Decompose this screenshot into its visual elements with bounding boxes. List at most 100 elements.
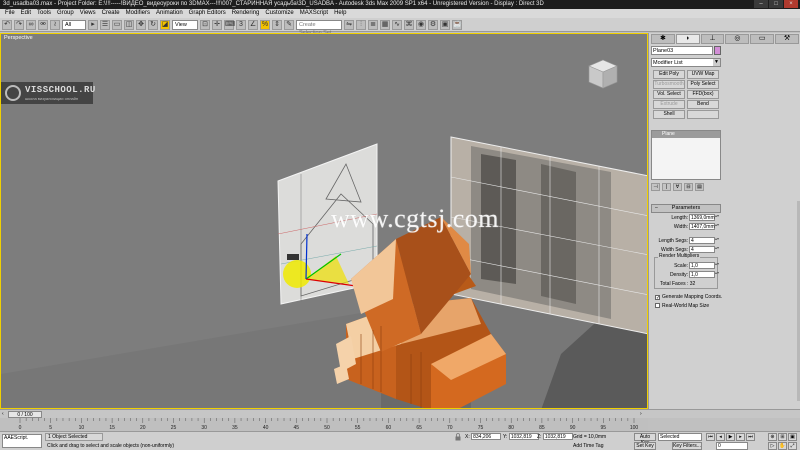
modifier-stack[interactable]: Plane (651, 130, 721, 180)
scene-geometry[interactable] (1, 34, 648, 409)
stack-item-plane[interactable]: Plane (652, 131, 720, 138)
width-segs-spinner-icon[interactable]: ▴▾ (715, 246, 719, 253)
menu-file[interactable]: File (2, 9, 18, 18)
length-field[interactable]: 1369,0mm (689, 214, 715, 221)
density-field[interactable]: 1,0 (689, 271, 715, 278)
spinner-snap-icon[interactable]: ⇕ (272, 19, 282, 30)
close-button[interactable]: × (784, 0, 798, 8)
length-spinner-icon[interactable]: ▴▾ (715, 214, 719, 221)
next-frame-icon[interactable]: ▸ (736, 433, 745, 441)
modify-tab-icon[interactable]: ◗ (675, 34, 700, 44)
go-to-end-icon[interactable]: ⏭ (746, 433, 755, 441)
display-tab-icon[interactable]: ▭ (750, 34, 775, 44)
time-slider[interactable]: ‹ 0 / 100 › (0, 409, 800, 418)
modifier-list-dropdown[interactable]: Modifier List ▼ (651, 58, 721, 67)
y-field[interactable]: 1032,819 (508, 433, 539, 440)
parameters-rollout-header[interactable]: – Parameters (651, 204, 721, 213)
motion-tab-icon[interactable]: ◎ (725, 34, 750, 44)
key-filters-button[interactable]: Key Filters... (672, 442, 702, 450)
extrude-button[interactable]: Extrude (653, 100, 685, 109)
menu-animation[interactable]: Animation (153, 9, 186, 18)
empty-modifier-button[interactable] (687, 110, 719, 119)
select-and-rotate-icon[interactable]: ↻ (148, 19, 158, 30)
track-bar[interactable]: 0 5 10 15 20 25 30 35 40 45 50 55 60 65 70 75 80 85 90 95 10… (0, 418, 648, 431)
z-field[interactable]: 1032,819 (542, 433, 573, 440)
align-icon[interactable]: ⫶ (356, 19, 366, 30)
scale-field[interactable]: 1,0 (689, 262, 715, 269)
add-time-tag[interactable]: Add Time Tag (573, 442, 613, 450)
named-selection-set-input[interactable]: Create Selection Set (296, 19, 342, 36)
menu-create[interactable]: Create (99, 9, 123, 18)
menu-maxscript[interactable]: MAXScript (297, 9, 331, 18)
percent-snap-icon[interactable]: % (260, 19, 270, 30)
hierarchy-tab-icon[interactable]: ⊥ (700, 34, 725, 44)
auto-key-button[interactable]: Auto Key (634, 433, 656, 446)
go-to-start-icon[interactable]: ⏮ (706, 433, 715, 441)
field-of-view-icon[interactable]: ▷ (768, 442, 777, 450)
length-segs-field[interactable]: 4 (689, 237, 715, 244)
perspective-viewport[interactable]: Perspective VISSCHOOL.RU школа визуализа… (0, 33, 648, 409)
material-editor-icon[interactable]: ◉ (416, 19, 426, 30)
object-name-field[interactable]: Plane03 (651, 46, 713, 55)
density-spinner-icon[interactable]: ▴▾ (715, 271, 719, 278)
bind-space-warp-icon[interactable]: ≀ (50, 19, 60, 30)
window-crossing-icon[interactable]: ◫ (124, 19, 134, 30)
configure-sets-icon[interactable]: ▤ (695, 183, 704, 191)
select-and-manipulate-icon[interactable]: ✛ (212, 19, 222, 30)
angle-snap-icon[interactable]: ∠ (248, 19, 258, 30)
ffd-box-button[interactable]: FFD(box) (687, 90, 719, 99)
link-icon[interactable]: ∞ (26, 19, 36, 30)
generate-mapping-checkbox[interactable]: ✓ Generate Mapping Coords. (655, 294, 722, 301)
snap-toggle-icon[interactable]: 3 (236, 19, 246, 30)
uvw-map-button[interactable]: UVW Map (687, 70, 719, 79)
pin-stack-icon[interactable]: ⊣ (651, 183, 660, 191)
set-key-button[interactable]: Set Key (634, 442, 656, 450)
create-tab-icon[interactable]: ✱ (651, 34, 675, 44)
zoom-extents-icon[interactable]: ▣ (788, 433, 797, 441)
menu-group[interactable]: Group (54, 9, 77, 18)
key-selection-dropdown[interactable]: Selected (658, 433, 702, 441)
pivot-center-icon[interactable]: ⊡ (200, 19, 210, 30)
select-and-scale-icon[interactable]: ◪ (160, 19, 170, 30)
menu-tools[interactable]: Tools (34, 9, 54, 18)
unlink-icon[interactable]: ⚮ (38, 19, 48, 30)
zoom-icon[interactable]: ⊕ (768, 433, 777, 441)
poly-select-button[interactable]: Poly Select (687, 80, 719, 89)
make-unique-icon[interactable]: ∀ (673, 183, 682, 191)
rendered-frame-icon[interactable]: ▣ (440, 19, 450, 30)
menu-customize[interactable]: Customize (262, 9, 296, 18)
menu-graph-editors[interactable]: Graph Editors (186, 9, 229, 18)
selection-lock-icon[interactable] (454, 433, 462, 441)
minimize-button[interactable]: – (754, 0, 768, 8)
selection-region-icon[interactable]: ▭ (112, 19, 122, 30)
width-spinner-icon[interactable]: ▴▾ (715, 223, 719, 230)
menu-edit[interactable]: Edit (18, 9, 34, 18)
vol-select-button[interactable]: Vol. Select (653, 90, 685, 99)
viewcube-icon[interactable] (586, 57, 620, 91)
current-frame-field[interactable]: 0 (716, 442, 748, 450)
time-slider-prev-icon[interactable]: ‹ (2, 411, 7, 418)
real-world-map-checkbox[interactable]: Real-World Map Size (655, 303, 709, 310)
menu-views[interactable]: Views (77, 9, 99, 18)
width-segs-field[interactable]: 4 (689, 246, 715, 253)
shell-button[interactable]: Shell (653, 110, 685, 119)
selection-filter-dropdown[interactable]: All (62, 19, 86, 30)
mirror-icon[interactable]: ⇋ (344, 19, 354, 30)
reference-coordinate-dropdown[interactable]: View (172, 19, 198, 30)
pan-icon[interactable]: ✋ (778, 442, 787, 450)
render-setup-icon[interactable]: ⚙ (428, 19, 438, 30)
graphite-ribbon-icon[interactable]: ▦ (380, 19, 390, 30)
show-end-result-icon[interactable]: | (662, 183, 671, 191)
maximize-button[interactable]: □ (769, 0, 783, 8)
viewport-label[interactable]: Perspective (4, 35, 33, 41)
select-and-move-icon[interactable]: ✥ (136, 19, 146, 30)
bend-button[interactable]: Bend (687, 100, 719, 109)
curve-editor-icon[interactable]: ∿ (392, 19, 402, 30)
turbosmooth-button[interactable]: Turbosmooth (653, 80, 685, 89)
maxscript-listener[interactable]: AAEScript. (2, 434, 42, 448)
play-icon[interactable]: ▶ (726, 433, 735, 441)
length-segs-spinner-icon[interactable]: ▴▾ (715, 237, 719, 244)
menu-rendering[interactable]: Rendering (229, 9, 263, 18)
redo-icon[interactable]: ↷ (14, 19, 24, 30)
select-by-name-icon[interactable]: ☰ (100, 19, 110, 30)
